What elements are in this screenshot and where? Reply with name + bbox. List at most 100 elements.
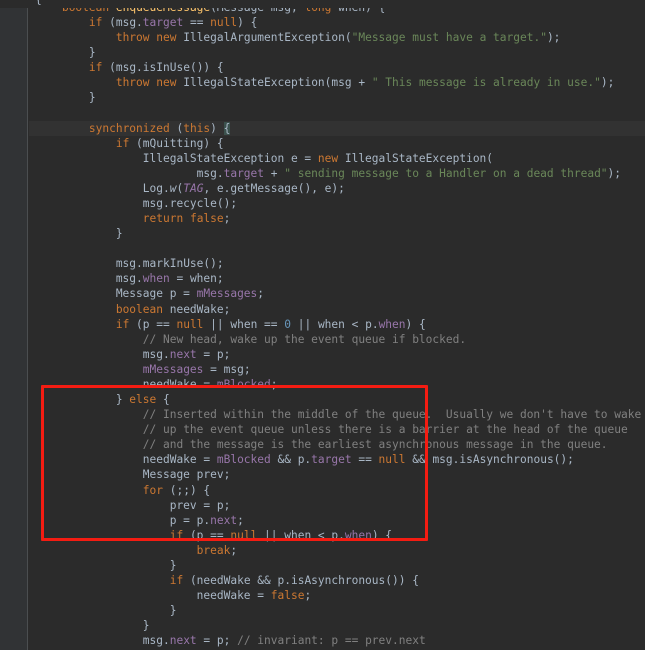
code-line[interactable]: } <box>29 603 645 618</box>
code-token: // up the event queue unless there is a … <box>142 423 628 437</box>
code-line[interactable]: Log.w(TAG, e.getMessage(), e); <box>29 181 645 196</box>
code-token: else <box>129 393 157 407</box>
code-token: { <box>156 393 170 407</box>
code-line[interactable]: for (;;) { <box>29 483 645 498</box>
code-token: Message p = <box>35 287 197 301</box>
code-line[interactable]: throw new IllegalArgumentException("Mess… <box>29 30 645 45</box>
code-token: msg. <box>35 257 143 271</box>
code-token: } <box>35 619 150 633</box>
code-token: ()) { <box>189 61 224 75</box>
code-token: mBlocked <box>216 377 271 391</box>
code-line[interactable]: // up the event queue unless there is a … <box>29 422 645 437</box>
code-line[interactable]: } <box>29 45 645 60</box>
code-token: " sending message to a Handler on a dead… <box>284 166 608 180</box>
code-line[interactable]: // Inserted within the middle of the que… <box>29 407 645 422</box>
code-token: // New head, wake up the event queue if … <box>142 332 467 346</box>
code-line[interactable]: msg.target + " sending message to a Hand… <box>29 166 645 181</box>
code-content[interactable]: boolean enqueueMessage(Message msg, long… <box>29 0 645 650</box>
code-line[interactable]: return false; <box>29 211 645 226</box>
code-token: if <box>169 573 184 587</box>
code-line[interactable]: if (msg.target == null) { <box>29 15 645 30</box>
code-line[interactable]: } <box>29 90 645 105</box>
code-token: break <box>196 543 231 557</box>
code-token: + <box>264 166 285 180</box>
code-token: mMessages <box>196 287 258 301</box>
code-token: ) <box>210 121 224 135</box>
code-token: ); <box>607 166 622 180</box>
clipped-top-line: { <box>0 0 645 8</box>
code-token: msg. <box>35 347 170 361</box>
code-line[interactable] <box>29 241 645 256</box>
code-line[interactable]: msg.next = p; <box>29 347 645 362</box>
code-token: needWake = <box>35 589 271 603</box>
code-line[interactable] <box>29 106 645 121</box>
code-token: prev = p; <box>35 498 231 512</box>
code-line[interactable]: needWake = mBlocked; <box>29 377 645 392</box>
code-token: == <box>351 453 379 467</box>
code-token: null <box>230 528 258 542</box>
code-token: && msg.isAsynchronous(); <box>405 453 574 467</box>
code-line[interactable]: if (p == null || when < p.when) { <box>29 528 645 543</box>
code-token: msg. <box>35 634 170 648</box>
code-line[interactable]: prev = p; <box>29 498 645 513</box>
code-token: || when == <box>203 317 285 331</box>
code-token: = msg; <box>203 362 251 376</box>
code-line[interactable]: break; <box>29 543 645 558</box>
code-line[interactable]: if (needWake && p.isAsynchronous()) { <box>29 573 645 588</box>
code-line[interactable]: Message prev; <box>29 467 645 482</box>
code-token: || when < p. <box>291 317 379 331</box>
code-token: false <box>270 589 305 603</box>
code-token: (msg. <box>102 16 143 30</box>
code-token: == <box>183 16 211 30</box>
code-token: return <box>142 212 184 226</box>
code-token: isInUse <box>142 61 190 75</box>
code-line[interactable]: p = p.next; <box>29 513 645 528</box>
code-line[interactable]: } else { <box>29 392 645 407</box>
code-token: // and the message is the earliest async… <box>142 438 608 452</box>
code-line[interactable]: throw new IllegalStateException(msg + " … <box>29 75 645 90</box>
code-token: ; <box>230 543 238 557</box>
code-token: next <box>169 634 197 648</box>
code-line[interactable]: msg.when = when; <box>29 271 645 286</box>
code-line[interactable]: mMessages = msg; <box>29 362 645 377</box>
code-token: target <box>142 16 184 30</box>
code-line[interactable]: if (mQuitting) { <box>29 136 645 151</box>
code-line[interactable]: needWake = false; <box>29 588 645 603</box>
code-line[interactable]: synchronized (this) { <box>29 120 645 136</box>
code-line[interactable]: boolean needWake; <box>29 302 645 317</box>
code-token: null <box>378 453 406 467</box>
code-token: when <box>142 272 170 286</box>
code-token: } <box>35 604 177 618</box>
code-line[interactable]: // New head, wake up the event queue if … <box>29 332 645 347</box>
code-line[interactable]: // and the message is the earliest async… <box>29 437 645 452</box>
code-line[interactable]: msg.recycle(); <box>29 196 645 211</box>
code-token: msg. <box>35 166 224 180</box>
code-line[interactable]: msg.next = p; // invariant: p == prev.ne… <box>29 633 645 648</box>
editor-gutter[interactable] <box>0 0 28 650</box>
code-token: = p; <box>196 347 231 361</box>
code-line[interactable]: Message p = mMessages; <box>29 286 645 301</box>
code-token: (needWake && p.isAsynchronous()) { <box>183 573 419 587</box>
code-line[interactable]: } <box>29 618 645 633</box>
code-line[interactable]: msg.markInUse(); <box>29 256 645 271</box>
code-token: { <box>223 121 231 135</box>
code-line[interactable]: } <box>29 558 645 573</box>
code-editor[interactable]: boolean enqueueMessage(Message msg, long… <box>0 0 645 650</box>
code-token: needWake = <box>35 377 217 391</box>
code-token: msg.recycle(); <box>35 197 238 211</box>
code-token: ( <box>169 121 184 135</box>
code-line[interactable]: needWake = mBlocked && p.target == null … <box>29 452 645 467</box>
code-line[interactable]: } <box>29 226 645 241</box>
code-line[interactable]: if (msg.isInUse()) { <box>29 60 645 75</box>
code-token: null <box>210 16 238 30</box>
code-line[interactable]: IllegalStateException e = new IllegalSta… <box>29 151 645 166</box>
code-line[interactable]: if (p == null || when == 0 || when < p.w… <box>29 317 645 332</box>
code-token: markInUse <box>142 257 204 271</box>
